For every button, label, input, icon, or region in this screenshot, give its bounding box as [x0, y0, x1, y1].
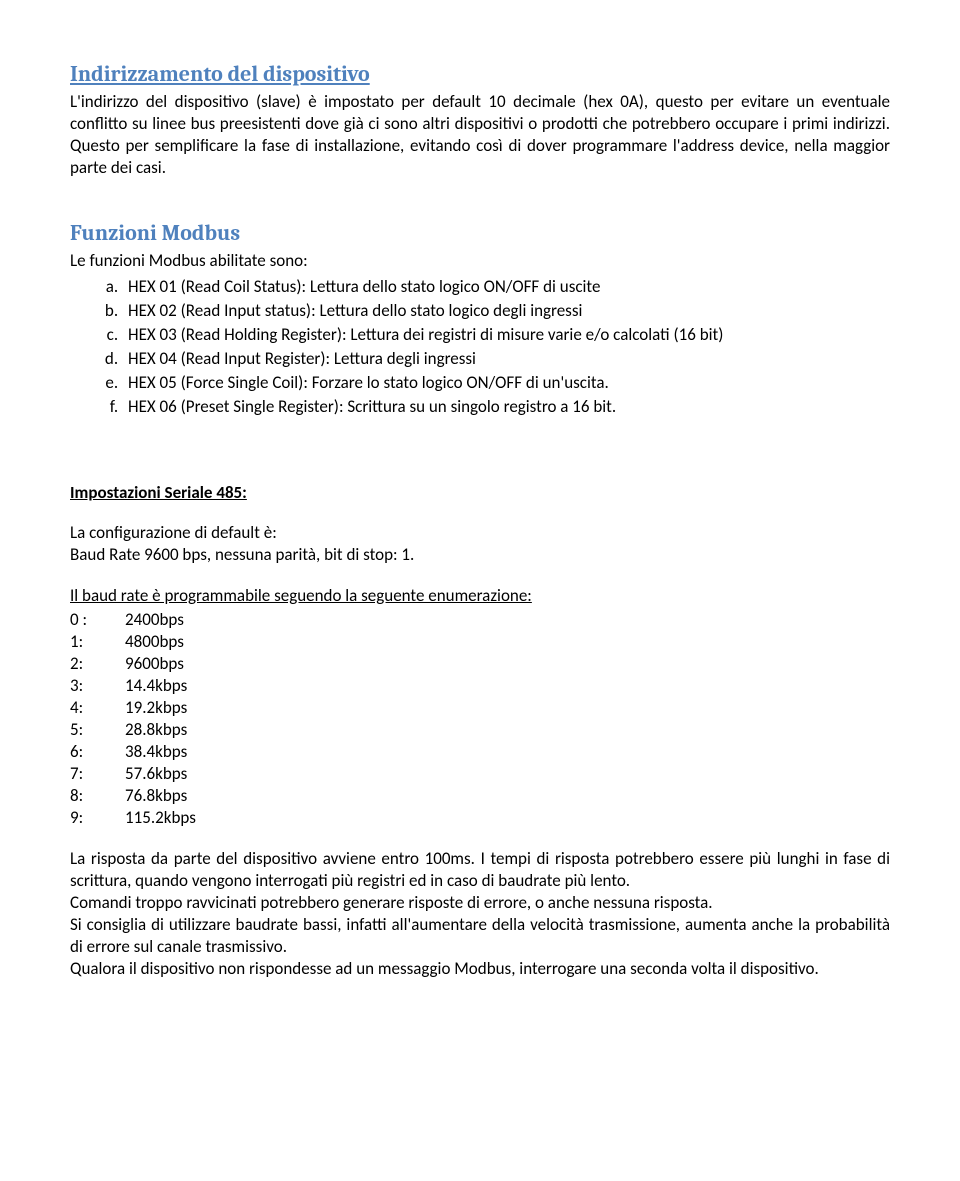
para-indirizzamento: L'indirizzo del dispositivo (slave) è im…	[70, 91, 890, 179]
baud-value: 38.4kbps	[125, 741, 187, 763]
list-item: HEX 05 (Force Single Coil): Forzare lo s…	[122, 372, 890, 394]
table-row: 7:57.6kbps	[70, 763, 890, 785]
table-row: 5:28.8kbps	[70, 719, 890, 741]
heading-indirizzamento: Indirizzamento del dispositivo	[70, 60, 890, 89]
para-default-config-a: La configurazione di default è:	[70, 522, 890, 544]
baud-key: 5:	[70, 719, 125, 741]
baud-value: 14.4kbps	[125, 675, 187, 697]
para-baud-enum-intro: Il baud rate è programmabile seguendo la…	[70, 585, 890, 607]
para-retry: Qualora il dispositivo non rispondesse a…	[70, 958, 890, 980]
heading-impostazioni-seriale: Impostazioni Seriale 485:	[70, 482, 890, 504]
baud-value: 28.8kbps	[125, 719, 187, 741]
baud-key: 1:	[70, 631, 125, 653]
baud-value: 4800bps	[125, 631, 184, 653]
baud-key: 7:	[70, 763, 125, 785]
list-item: HEX 01 (Read Coil Status): Lettura dello…	[122, 276, 890, 298]
baud-value: 115.2kbps	[125, 807, 196, 829]
table-row: 4:19.2kbps	[70, 697, 890, 719]
modbus-function-list: HEX 01 (Read Coil Status): Lettura dello…	[70, 276, 890, 419]
heading-funzioni-modbus: Funzioni Modbus	[70, 219, 890, 248]
baud-value: 2400bps	[125, 609, 184, 631]
para-default-config-b: Baud Rate 9600 bps, nessuna parità, bit …	[70, 544, 890, 566]
baud-key: 6:	[70, 741, 125, 763]
table-row: 9:115.2kbps	[70, 807, 890, 829]
para-response-time: La risposta da parte del dispositivo avv…	[70, 848, 890, 892]
table-row: 0 :2400bps	[70, 609, 890, 631]
baud-value: 19.2kbps	[125, 697, 187, 719]
baud-key: 8:	[70, 785, 125, 807]
baud-rate-table: 0 :2400bps 1:4800bps 2:9600bps 3:14.4kbp…	[70, 609, 890, 830]
table-row: 8:76.8kbps	[70, 785, 890, 807]
table-row: 6:38.4kbps	[70, 741, 890, 763]
baud-key: 4:	[70, 697, 125, 719]
para-baud-advice: Si consiglia di utilizzare baudrate bass…	[70, 914, 890, 958]
list-item: HEX 02 (Read Input status): Lettura dell…	[122, 300, 890, 322]
baud-key: 0 :	[70, 609, 125, 631]
table-row: 3:14.4kbps	[70, 675, 890, 697]
list-item: HEX 06 (Preset Single Register): Scrittu…	[122, 396, 890, 418]
para-commands-close: Comandi troppo ravvicinati potrebbero ge…	[70, 892, 890, 914]
list-item: HEX 04 (Read Input Register): Lettura de…	[122, 348, 890, 370]
baud-value: 76.8kbps	[125, 785, 187, 807]
baud-key: 9:	[70, 807, 125, 829]
baud-key: 3:	[70, 675, 125, 697]
baud-key: 2:	[70, 653, 125, 675]
list-item: HEX 03 (Read Holding Register): Lettura …	[122, 324, 890, 346]
table-row: 1:4800bps	[70, 631, 890, 653]
baud-value: 9600bps	[125, 653, 184, 675]
para-funzioni-intro: Le funzioni Modbus abilitate sono:	[70, 250, 890, 272]
table-row: 2:9600bps	[70, 653, 890, 675]
baud-value: 57.6kbps	[125, 763, 187, 785]
